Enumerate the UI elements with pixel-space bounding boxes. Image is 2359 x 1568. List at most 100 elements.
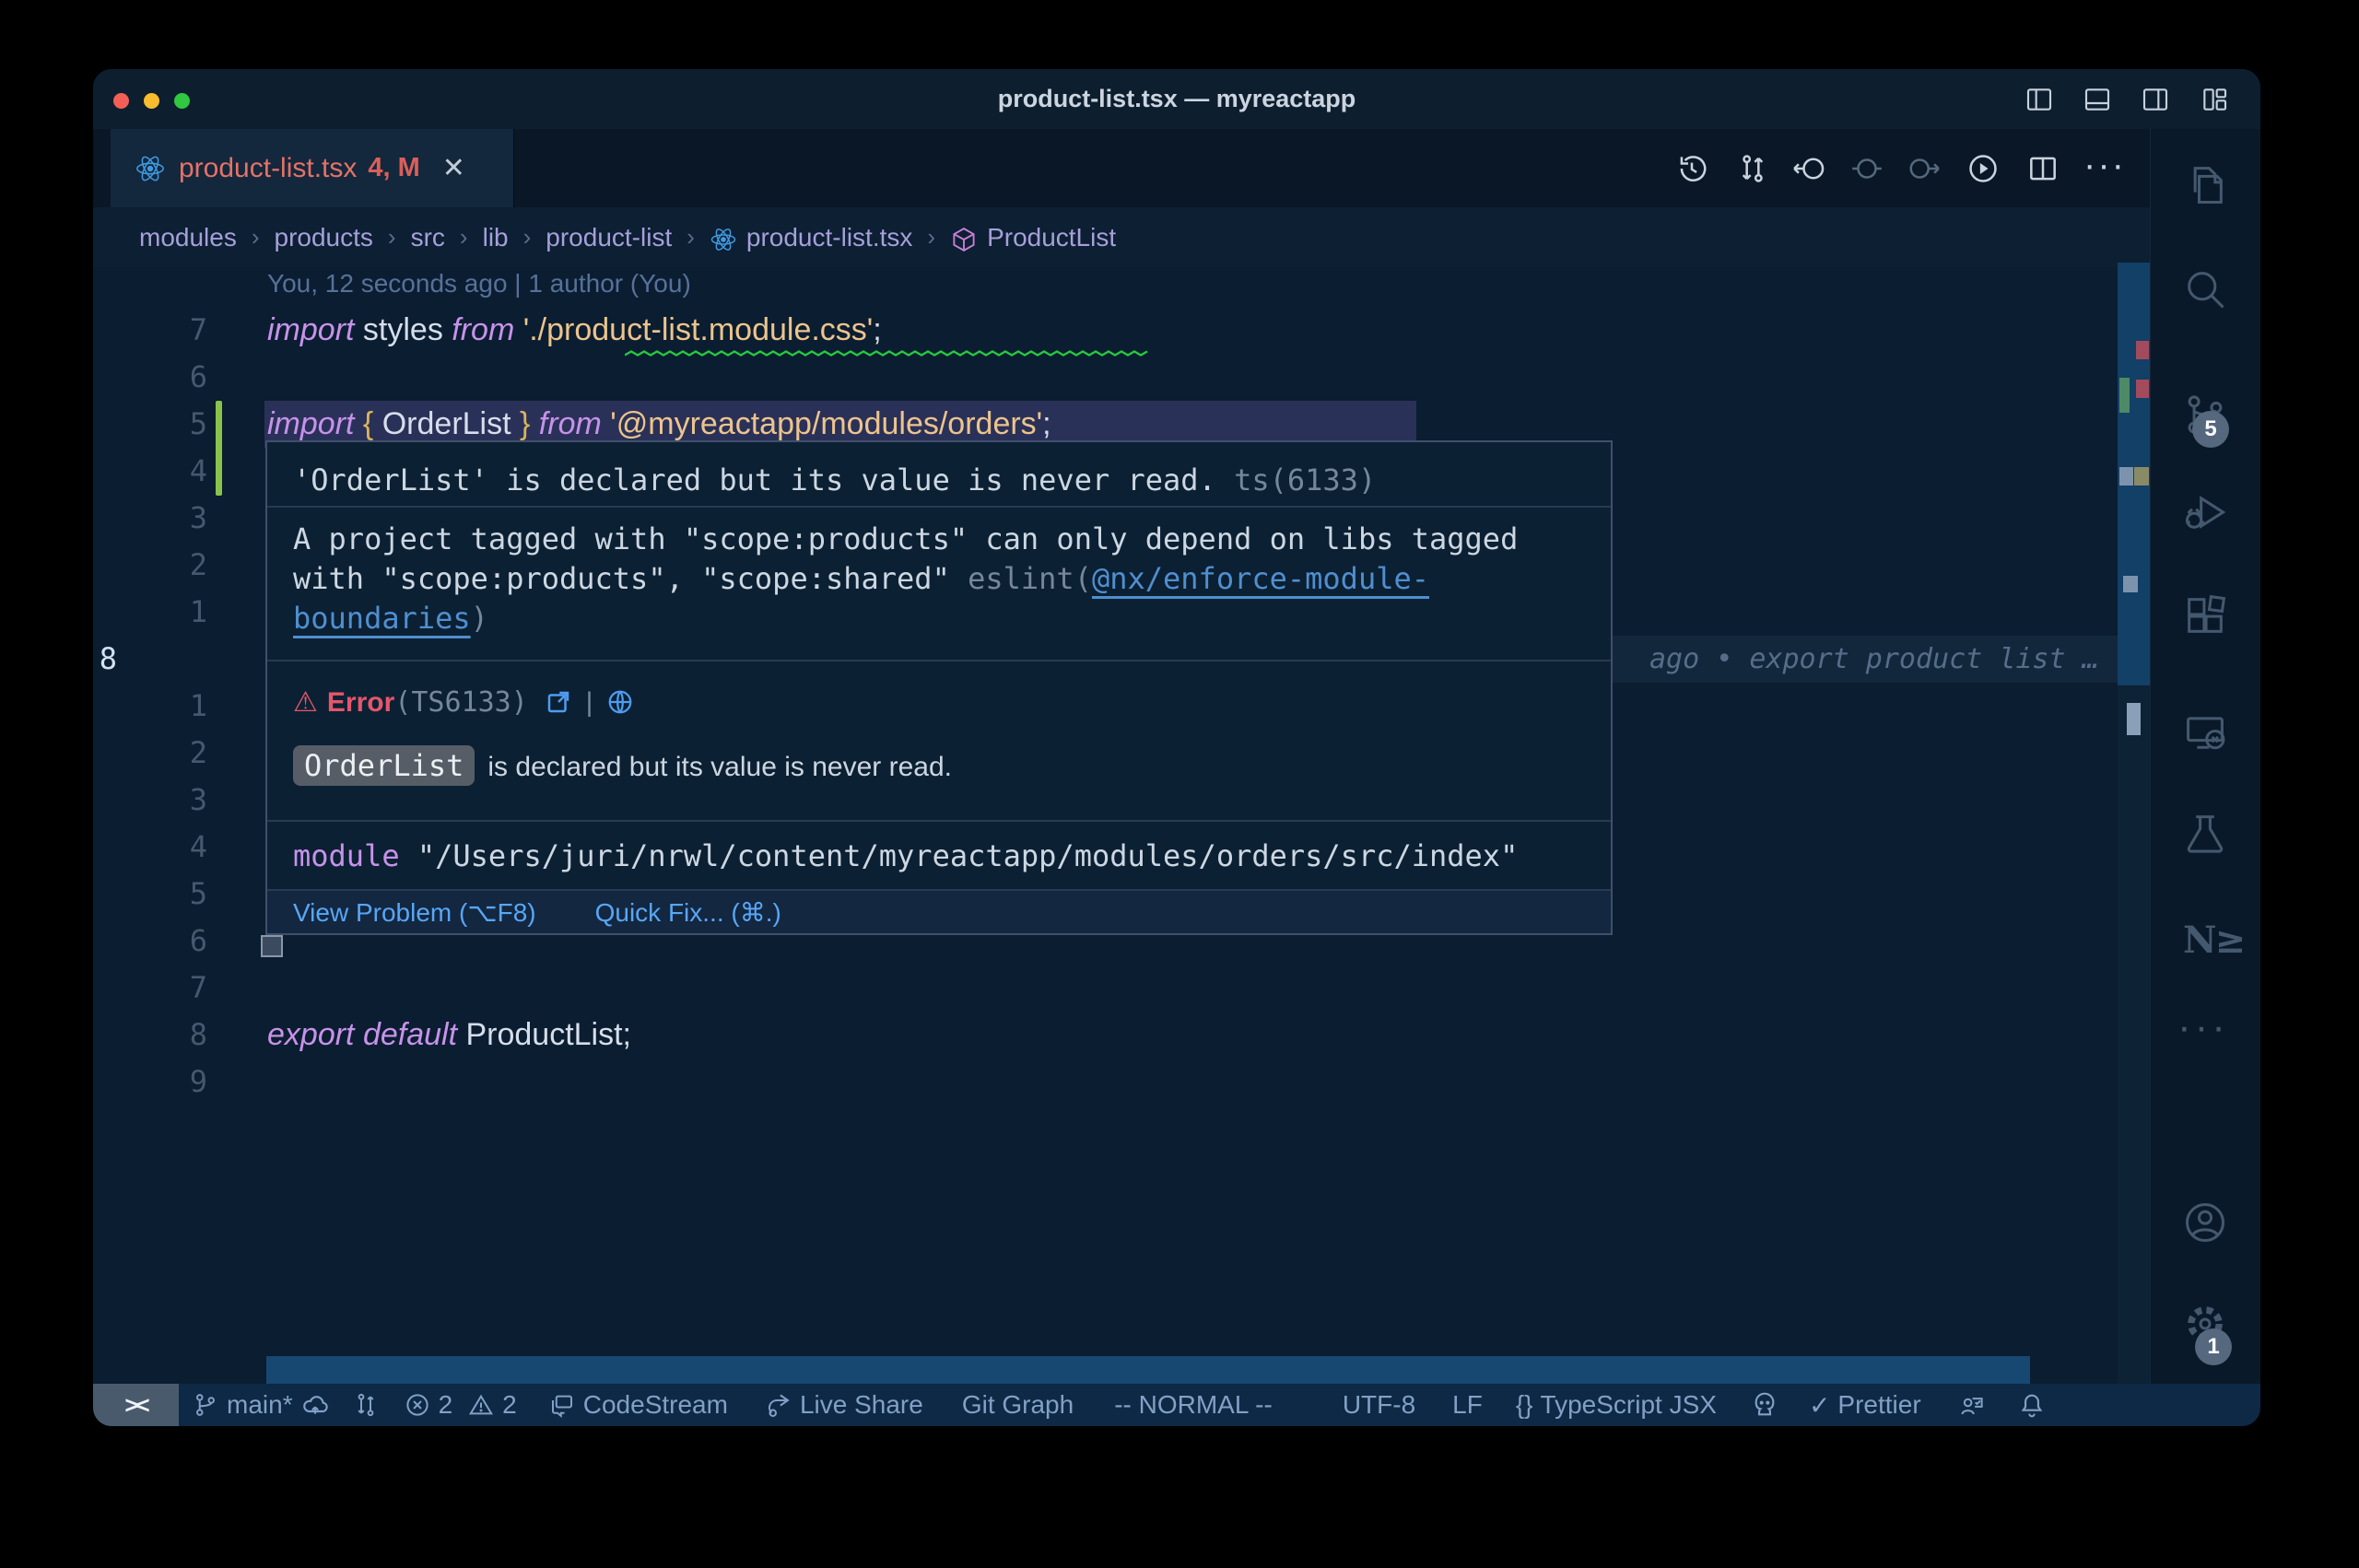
error-label: Error xyxy=(327,687,394,718)
code-line-export[interactable]: export default ProductList; xyxy=(267,1012,631,1059)
github-octoface-icon xyxy=(1750,1391,1778,1419)
keyword: import xyxy=(267,406,354,441)
line-number: 2 xyxy=(143,542,207,589)
tab-product-list[interactable]: product-list.tsx 4, M ✕ xyxy=(111,129,514,207)
window-title: product-list.tsx — myreactapp xyxy=(93,69,2260,129)
gitlens-compare-item[interactable] xyxy=(352,1391,380,1419)
codestream-icon xyxy=(548,1391,576,1419)
remote-explorer-icon[interactable] xyxy=(2181,708,2229,756)
feedback-item[interactable] xyxy=(1958,1391,1986,1419)
gitlens-codelens[interactable]: You, 12 seconds ago | 1 author (You) xyxy=(267,260,691,307)
tab-filename: product-list.tsx xyxy=(179,153,357,184)
brace: { xyxy=(363,406,373,441)
tab-close-icon[interactable]: ✕ xyxy=(442,152,465,184)
problems-item[interactable]: 2 2 xyxy=(404,1390,517,1420)
module-path-row: module "/Users/juri/nrwl/content/myreact… xyxy=(267,838,1611,873)
bell-icon xyxy=(2017,1391,2045,1419)
eol-item[interactable]: LF xyxy=(1452,1390,1483,1420)
more-actions-icon[interactable]: ··· xyxy=(2083,151,2120,186)
breadcrumb-item-file[interactable]: product-list.tsx xyxy=(746,223,913,252)
breadcrumb-item[interactable]: product-list xyxy=(546,223,672,252)
extensions-icon[interactable] xyxy=(2181,591,2229,639)
identifier-chip: OrderList xyxy=(293,745,475,786)
divider xyxy=(267,820,1611,822)
language-mode-item[interactable]: {} TypeScript JSX xyxy=(1516,1390,1717,1420)
test-beaker-icon[interactable] xyxy=(2181,810,2229,858)
cloud-upload-icon[interactable] xyxy=(300,1391,328,1419)
string-literal: './product-list.module.css' xyxy=(514,312,873,347)
eslint-message-line3: boundaries) xyxy=(267,601,1611,636)
warning-triangle-icon: ⚠ xyxy=(293,687,318,718)
message-text: is declared but its value is never read. xyxy=(487,752,952,782)
chevron-right-icon: › xyxy=(687,223,695,252)
customize-layout-icon[interactable] xyxy=(2198,85,2231,114)
view-problem-button[interactable]: View Problem (⌥F8) xyxy=(293,897,536,928)
prettier-item[interactable]: ✓ Prettier xyxy=(1809,1390,1921,1421)
language-label: TypeScript JSX xyxy=(1541,1390,1717,1420)
breadcrumb-item-symbol[interactable]: ProductList xyxy=(987,223,1116,252)
toggle-panel-icon[interactable] xyxy=(2081,85,2114,114)
line-number: 8 xyxy=(143,1012,207,1059)
codestream-item[interactable]: CodeStream xyxy=(548,1390,728,1420)
timeline-history-icon[interactable] xyxy=(1674,151,1711,186)
encoding-label: UTF-8 xyxy=(1343,1390,1415,1420)
navigate-back-icon[interactable] xyxy=(1791,151,1828,186)
compare-refs-icon xyxy=(352,1391,380,1419)
globe-icon[interactable] xyxy=(606,688,634,716)
vscode-window: product-list.tsx — myreactapp product-li… xyxy=(93,69,2260,1426)
line-number: 7 xyxy=(143,307,207,354)
toggle-sidebar-icon[interactable] xyxy=(2023,85,2056,114)
explorer-icon[interactable] xyxy=(2181,160,2229,208)
toggle-secondary-sidebar-icon[interactable] xyxy=(2139,85,2172,114)
tooltip-resize-grip[interactable] xyxy=(261,935,283,957)
keyword: export xyxy=(267,1017,355,1052)
chevron-right-icon: › xyxy=(252,223,260,252)
github-item[interactable] xyxy=(1750,1391,1778,1419)
chevron-right-icon: › xyxy=(927,223,935,252)
split-editor-icon[interactable] xyxy=(2025,151,2062,186)
react-icon xyxy=(135,153,166,184)
line-number: 7 xyxy=(143,965,207,1012)
lint-squiggle-green xyxy=(625,350,1152,357)
open-external-icon[interactable] xyxy=(545,688,572,716)
punctuation: ; xyxy=(873,312,881,347)
git-graph-item[interactable]: Git Graph xyxy=(962,1390,1074,1420)
overview-ruler[interactable] xyxy=(2118,263,2150,1384)
run-code-icon[interactable] xyxy=(1966,151,2002,186)
message-text: A project tagged with "scope:products" c… xyxy=(293,521,1518,556)
accounts-icon[interactable] xyxy=(2181,1199,2229,1246)
navigate-previous-icon[interactable] xyxy=(1849,151,1886,186)
breadcrumb-item[interactable]: lib xyxy=(483,223,509,252)
git-branch-item[interactable]: main* xyxy=(192,1390,328,1420)
navigate-forward-icon[interactable] xyxy=(1907,151,1943,186)
eslint-message-line2: with "scope:products", "scope:shared" es… xyxy=(267,561,1611,596)
line-number: 6 xyxy=(143,354,207,401)
line-number: 4 xyxy=(143,448,207,495)
breadcrumb-item[interactable]: src xyxy=(411,223,445,252)
rule-link[interactable]: boundaries xyxy=(293,601,471,636)
react-icon xyxy=(710,226,737,253)
code-line-7[interactable]: import styles from './product-list.modul… xyxy=(267,307,882,354)
live-share-item[interactable]: Live Share xyxy=(765,1390,923,1420)
activity-bar xyxy=(2150,129,2260,1384)
search-icon[interactable] xyxy=(2181,265,2229,313)
tab-bar: product-list.tsx 4, M ✕ ··· xyxy=(93,129,2260,208)
quick-fix-button[interactable]: Quick Fix... (⌘.) xyxy=(595,897,781,928)
line-number: 1 xyxy=(143,589,207,636)
breadcrumb-item[interactable]: products xyxy=(275,223,373,252)
vim-mode-item[interactable]: -- NORMAL -- xyxy=(1114,1390,1273,1420)
additional-views-icon[interactable]: ··· xyxy=(2177,1004,2229,1050)
nx-console-icon[interactable]: N≥ xyxy=(2183,919,2244,962)
notifications-item[interactable] xyxy=(2017,1391,2045,1419)
chevron-right-icon: › xyxy=(523,223,532,252)
remote-indicator[interactable]: >< xyxy=(93,1384,179,1426)
breadcrumb: modules › products › src › lib › product… xyxy=(93,207,2260,267)
breadcrumb-item[interactable]: modules xyxy=(139,223,237,252)
compare-changes-icon[interactable] xyxy=(1735,151,1772,186)
horizontal-scrollbar[interactable] xyxy=(266,1356,2030,1384)
rule-link[interactable]: @nx/enforce-module- xyxy=(1092,561,1429,596)
run-debug-icon[interactable] xyxy=(2181,488,2229,536)
error-count: 2 xyxy=(439,1390,453,1420)
line-number: 6 xyxy=(143,918,207,965)
encoding-item[interactable]: UTF-8 xyxy=(1343,1390,1415,1420)
